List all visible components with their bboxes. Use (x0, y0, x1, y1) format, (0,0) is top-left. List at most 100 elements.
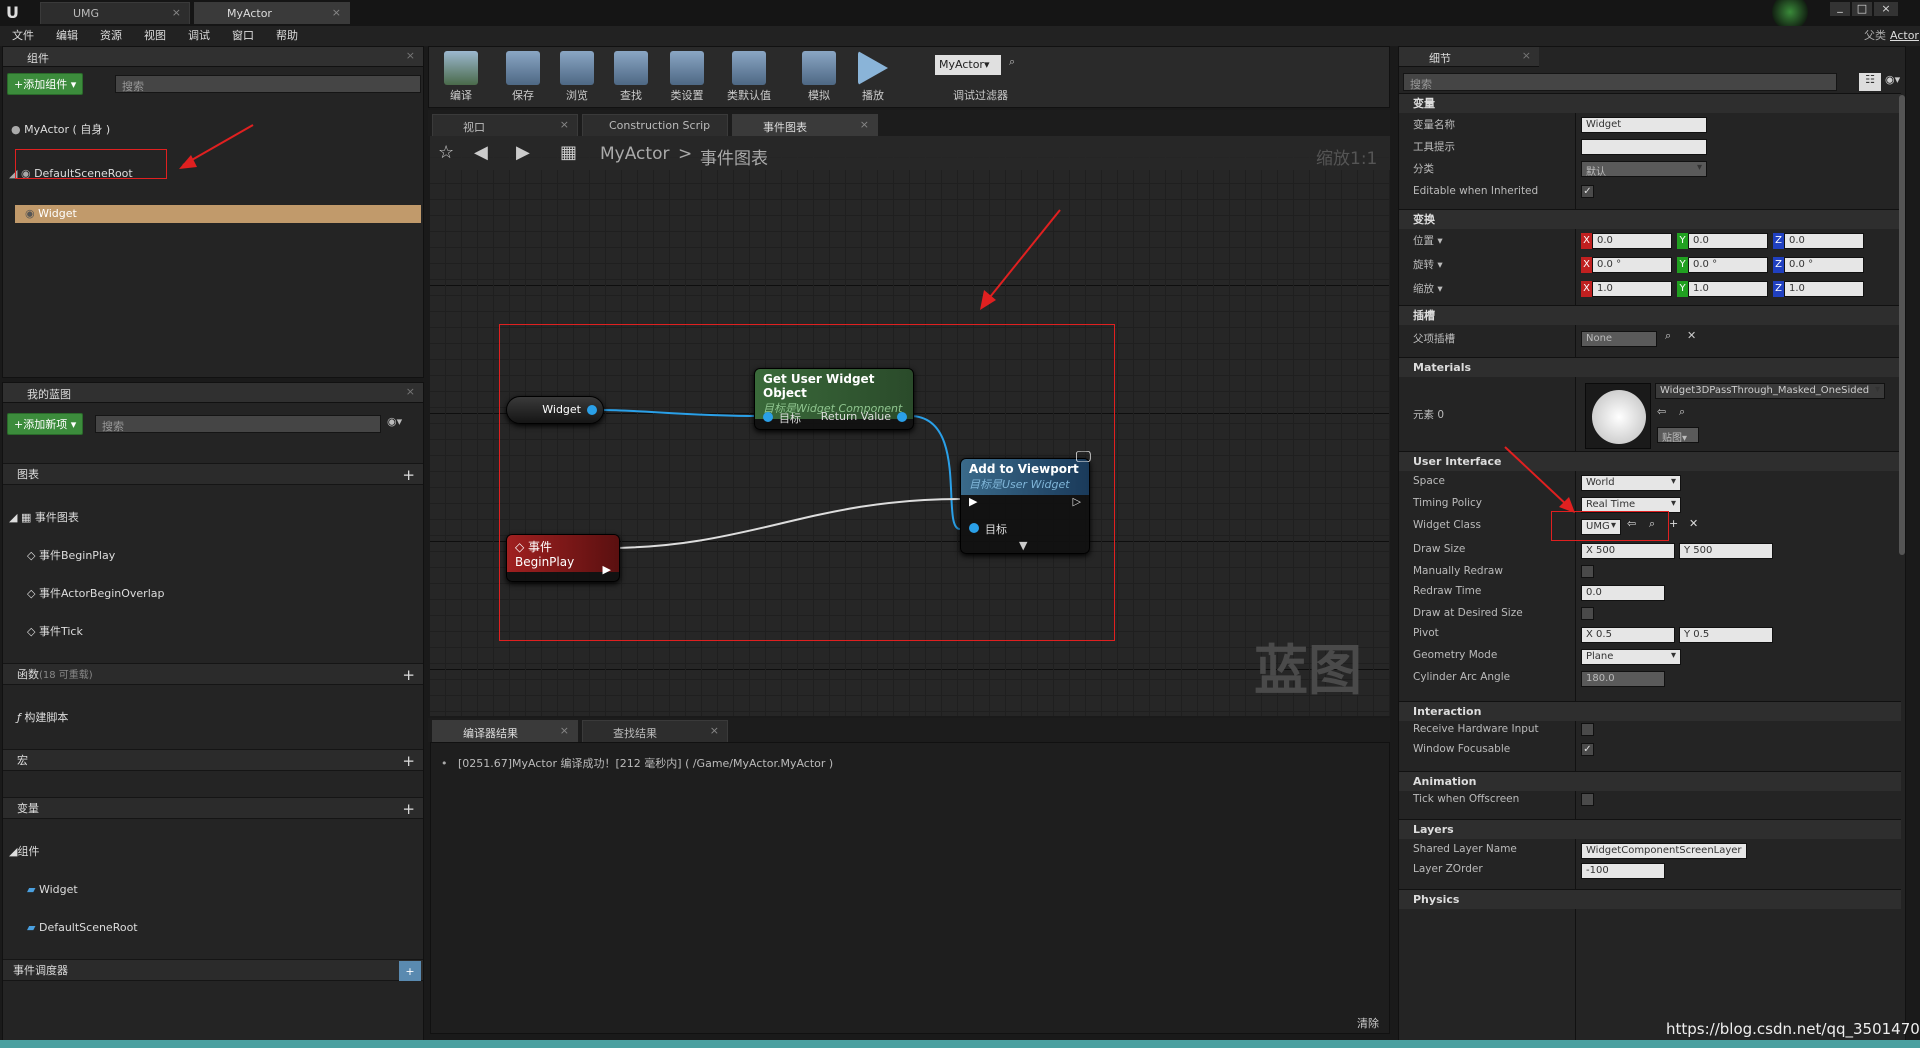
manual-redraw-checkbox[interactable] (1581, 565, 1594, 578)
texture-button[interactable]: 贴图▾ (1657, 427, 1699, 444)
redraw-time-input[interactable]: 0.0 (1581, 585, 1665, 601)
add-dispatcher-icon[interactable]: + (399, 961, 421, 981)
asset-tab-myactor[interactable]: MyActor × (194, 2, 350, 24)
draw-size-y-input[interactable]: Y 500 (1679, 543, 1773, 559)
find-button[interactable]: 查找 (605, 51, 657, 103)
close-window-button[interactable]: × (1874, 2, 1898, 16)
shared-layer-input[interactable]: WidgetComponentScreenLayer (1581, 843, 1747, 859)
hardware-input-checkbox[interactable] (1581, 723, 1594, 736)
location-z-input[interactable]: 0.0 (1784, 233, 1864, 249)
location-x-input[interactable]: 0.0 (1592, 233, 1672, 249)
section-animation[interactable]: Animation (1399, 771, 1901, 791)
exec-out-pin[interactable]: ▶ (603, 563, 611, 576)
component-var-item[interactable]: ▰ DefaultSceneRoot (27, 919, 447, 937)
blueprint-search-input[interactable]: 搜索 (95, 415, 381, 433)
section-interaction[interactable]: Interaction (1399, 701, 1901, 721)
add-to-viewport-node[interactable]: Add to Viewport 目标是User Widget 🖵 ▶ ▷ 目标 ▼ (960, 447, 1091, 554)
compile-button[interactable]: 编译 (435, 51, 487, 103)
expand-chevron-icon[interactable]: ▼ (1019, 539, 1027, 552)
parent-socket-input[interactable]: None (1581, 331, 1657, 347)
get-user-widget-node[interactable]: Get User Widget Object 目标是Widget Componen… (754, 368, 914, 430)
menu-asset[interactable]: 资源 (100, 29, 122, 42)
menu-help[interactable]: 帮助 (276, 29, 298, 42)
add-macro-icon[interactable]: + (402, 750, 415, 772)
add-function-icon[interactable]: + (402, 664, 415, 686)
pivot-y-input[interactable]: Y 0.5 (1679, 627, 1773, 643)
add-component-button[interactable]: +添加组件 ▾ (7, 73, 84, 95)
pivot-x-input[interactable]: X 0.5 (1581, 627, 1675, 643)
begin-play-node[interactable]: ◇ 事件BeginPlay ▶ (506, 534, 620, 582)
label[interactable]: 缩放 ▾ (1413, 281, 1443, 296)
event-item[interactable]: ◇ 事件ActorBeginOverlap (27, 585, 447, 603)
search-icon[interactable]: ⌕ (1665, 329, 1671, 343)
clear-icon[interactable]: ✕ (1689, 517, 1698, 530)
play-button[interactable]: 播放 (847, 51, 899, 103)
space-dropdown[interactable]: World (1581, 475, 1681, 491)
event-graph-item[interactable]: ◢ ▦ 事件图表 (9, 509, 429, 527)
editable-checkbox[interactable]: ✓ (1581, 185, 1594, 198)
use-selected-arrow-icon[interactable]: ⇦ (1657, 405, 1666, 418)
tooltip-input[interactable] (1581, 139, 1707, 155)
menu-view[interactable]: 视图 (144, 29, 166, 42)
menu-debug[interactable]: 调试 (188, 29, 210, 42)
label[interactable]: Draw Size (1413, 543, 1465, 555)
add-graph-icon[interactable]: + (402, 464, 415, 486)
widget-component-item[interactable]: ◉ Widget (15, 205, 421, 223)
cylinder-arc-input[interactable]: 180.0 (1581, 671, 1665, 687)
close-icon[interactable]: × (172, 6, 181, 19)
event-graph-canvas[interactable]: ☆ ◀ ▶ ▦ MyActor > 事件图表 缩放1:1 蓝图 Widget G… (430, 136, 1390, 716)
functions-section[interactable]: 函数(18 可重载) + (3, 663, 423, 685)
list-view-icon[interactable]: ☷ (1859, 73, 1881, 91)
close-icon[interactable]: × (332, 6, 341, 19)
scale-z-input[interactable]: 1.0 (1784, 281, 1864, 297)
variable-name-input[interactable]: Widget (1581, 117, 1707, 133)
event-item[interactable]: ◇ 事件BeginPlay (27, 547, 447, 565)
asset-tab-umg[interactable]: UMG × (40, 2, 190, 24)
section-materials[interactable]: Materials (1399, 357, 1901, 377)
variables-section[interactable]: 变量 + (3, 797, 423, 819)
exec-in-pin[interactable]: ▶ (969, 495, 977, 508)
menu-file[interactable]: 文件 (12, 29, 34, 42)
add-variable-icon[interactable]: + (402, 798, 415, 820)
window-focusable-checkbox[interactable]: ✓ (1581, 743, 1594, 756)
desired-size-checkbox[interactable] (1581, 607, 1594, 620)
clear-button[interactable]: 清除 (1357, 1015, 1379, 1031)
input-pin[interactable] (969, 523, 979, 533)
menu-window[interactable]: 窗口 (232, 29, 254, 42)
location-y-input[interactable]: 0.0 (1688, 233, 1768, 249)
rotation-x-input[interactable]: 0.0 ° (1592, 257, 1672, 273)
section-user-interface[interactable]: User Interface (1399, 451, 1901, 471)
category-dropdown[interactable]: 默认 (1581, 161, 1707, 178)
close-icon[interactable]: × (406, 385, 415, 398)
eye-icon[interactable]: ◉▾ (387, 415, 402, 428)
add-new-button[interactable]: +添加新项 ▾ (7, 413, 84, 435)
eye-icon[interactable]: ◉▾ (1885, 73, 1900, 86)
tab-find-results[interactable]: 查找结果 × (582, 720, 728, 742)
components-search-input[interactable]: 搜索 (115, 75, 421, 93)
components-group[interactable]: ◢组件 (9, 843, 429, 861)
rotation-y-input[interactable]: 0.0 ° (1688, 257, 1768, 273)
add-icon[interactable]: + (1669, 517, 1678, 530)
label[interactable]: 位置 ▾ (1413, 233, 1443, 248)
label[interactable]: Pivot (1413, 627, 1439, 639)
section-socket[interactable]: 插槽 (1399, 305, 1901, 325)
search-icon[interactable]: ⌕ (1009, 55, 1015, 69)
rotation-z-input[interactable]: 0.0 ° (1784, 257, 1864, 273)
material-dropdown[interactable]: Widget3DPassThrough_Masked_OneSided (1655, 383, 1885, 399)
geometry-mode-dropdown[interactable]: Plane (1581, 649, 1681, 665)
parent-class-link[interactable]: Actor (1890, 26, 1919, 46)
tab-event-graph[interactable]: 事件图表 × (732, 114, 878, 136)
output-pin[interactable] (587, 405, 597, 415)
unreal-logo-icon[interactable]: U (6, 3, 26, 23)
tab-construction-script[interactable]: Construction Scrip (582, 114, 728, 136)
scale-y-input[interactable]: 1.0 (1688, 281, 1768, 297)
section-physics[interactable]: Physics (1399, 889, 1901, 909)
widget-variable-node[interactable]: Widget (506, 396, 604, 424)
menu-edit[interactable]: 编辑 (56, 29, 78, 42)
layer-zorder-input[interactable]: -100 (1581, 863, 1665, 879)
clear-icon[interactable]: ✕ (1687, 329, 1696, 342)
details-search-input[interactable]: 搜索 (1403, 73, 1837, 91)
macros-section[interactable]: 宏 + (3, 749, 423, 771)
section-variable[interactable]: 变量 (1399, 93, 1901, 113)
material-thumbnail[interactable] (1585, 383, 1651, 449)
